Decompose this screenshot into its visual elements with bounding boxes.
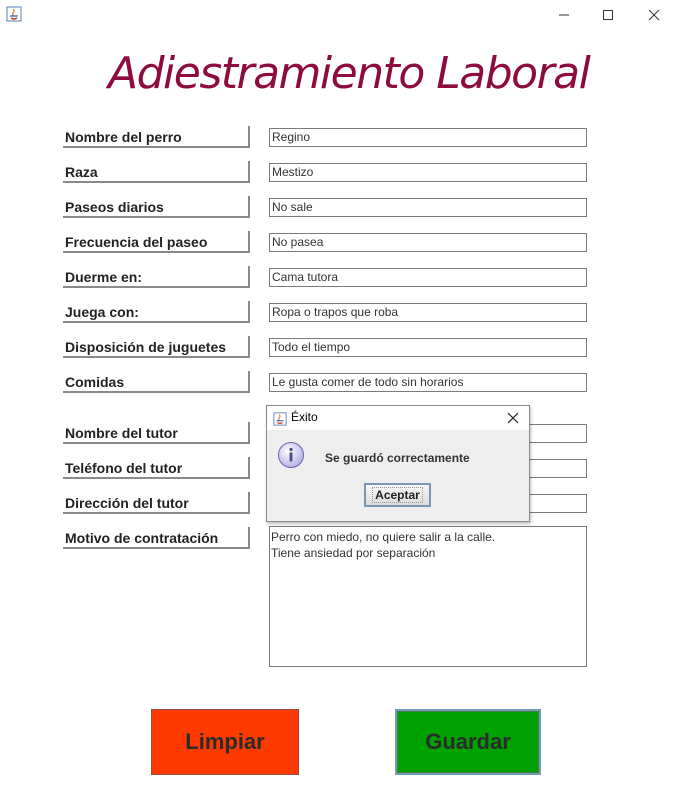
comidas-field[interactable]: Le gusta comer de todo sin horarios <box>269 373 587 392</box>
minimize-button[interactable] <box>541 0 587 30</box>
raza-field[interactable]: Mestizo <box>269 163 587 182</box>
close-icon[interactable] <box>505 410 521 426</box>
label-duerme-en: Duerme en: <box>63 266 250 288</box>
paseos-diarios-field[interactable]: No sale <box>269 198 587 217</box>
label-disposicion-juguetes: Disposición de juguetes <box>63 336 250 358</box>
label-direccion-tutor: Dirección del tutor <box>63 492 250 514</box>
success-dialog: Éxito Se guardó correctamente Aceptar <box>266 405 530 522</box>
motivo-contratacion-textarea[interactable]: Perro con miedo, no quiere salir a la ca… <box>269 526 587 667</box>
info-icon <box>277 441 305 469</box>
close-icon <box>648 9 660 21</box>
label-comidas: Comidas <box>63 371 250 393</box>
save-button[interactable]: Guardar <box>395 709 541 775</box>
motivo-line-2: Tiene ansiedad por separación <box>271 546 436 560</box>
accept-button[interactable]: Aceptar <box>364 483 431 507</box>
label-juega-con: Juega con: <box>63 301 250 323</box>
dialog-title: Éxito <box>291 410 318 424</box>
motivo-line-1: Perro con miedo, no quiere salir a la ca… <box>271 530 496 544</box>
page-title: Adiestramiento Laboral <box>108 48 591 99</box>
close-button[interactable] <box>631 0 677 30</box>
accept-button-label: Aceptar <box>372 487 423 503</box>
maximize-icon <box>603 10 613 20</box>
juega-con-field[interactable]: Ropa o trapos que roba <box>269 303 587 322</box>
dialog-title-bar: Éxito <box>267 406 529 430</box>
dialog-message: Se guardó correctamente <box>325 451 470 465</box>
label-telefono-tutor: Teléfono del tutor <box>63 457 250 479</box>
java-icon <box>273 411 287 426</box>
minimize-icon <box>559 14 569 16</box>
disposicion-juguetes-field[interactable]: Todo el tiempo <box>269 338 587 357</box>
duerme-en-field[interactable]: Cama tutora <box>269 268 587 287</box>
label-raza: Raza <box>63 161 250 183</box>
nombre-perro-field[interactable]: Regino <box>269 128 587 147</box>
label-frecuencia-paseo: Frecuencia del paseo <box>63 231 250 253</box>
frecuencia-paseo-field[interactable]: No pasea <box>269 233 587 252</box>
label-motivo-contratacion: Motivo de contratación <box>63 527 250 549</box>
maximize-button[interactable] <box>585 0 631 30</box>
window-title-bar <box>0 0 678 30</box>
java-icon <box>6 6 22 22</box>
label-paseos-diarios: Paseos diarios <box>63 196 250 218</box>
label-nombre-perro: Nombre del perro <box>63 126 250 148</box>
clear-button[interactable]: Limpiar <box>151 709 299 775</box>
label-nombre-tutor: Nombre del tutor <box>63 422 250 444</box>
